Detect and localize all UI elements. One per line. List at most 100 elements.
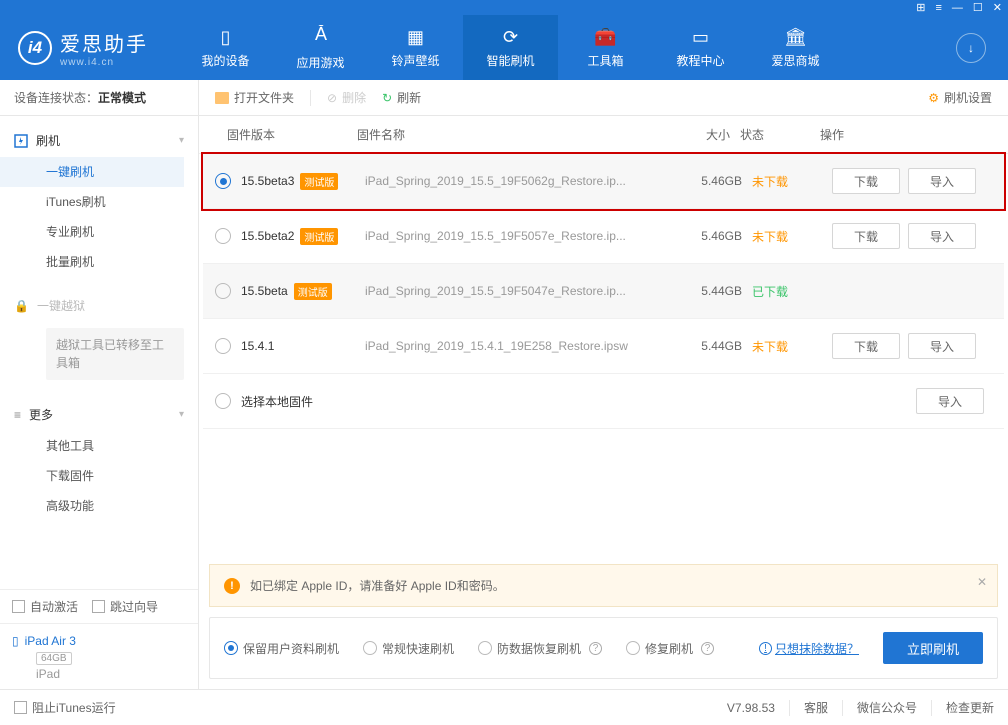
firmware-row[interactable]: 15.5beta测试版 iPad_Spring_2019_15.5_19F504… — [203, 264, 1004, 319]
sidebar-item-advanced[interactable]: 高级功能 — [0, 491, 184, 521]
row-radio[interactable] — [215, 173, 231, 189]
open-folder-button[interactable]: 打开文件夹 — [215, 89, 294, 106]
sidebar-item-oneclick-flash[interactable]: 一键刷机 — [0, 157, 184, 187]
app-domain: www.i4.cn — [60, 57, 148, 68]
nav-smart-flash[interactable]: ⟳ 智能刷机 — [463, 15, 558, 80]
check-update-link[interactable]: 检查更新 — [946, 699, 994, 716]
block-itunes-checkbox[interactable]: 阻止iTunes运行 — [14, 699, 116, 716]
chevron-down-icon: ▾ — [179, 409, 184, 420]
folder-icon — [215, 92, 229, 104]
refresh-icon: ⟳ — [503, 27, 518, 48]
gear-icon: ⚙ — [928, 91, 939, 105]
option-quick-flash[interactable]: 常规快速刷机 — [363, 640, 454, 657]
row-radio[interactable] — [215, 393, 231, 409]
menu-icon[interactable]: ≡ — [935, 2, 941, 14]
logo-icon: i4 — [18, 31, 52, 65]
device-name-row[interactable]: ▯ iPad Air 3 — [12, 634, 186, 648]
download-button[interactable]: 下载 — [832, 333, 900, 359]
download-button[interactable]: 下载 — [832, 223, 900, 249]
nav-toolbox[interactable]: 🧰 工具箱 — [558, 15, 653, 80]
svg-text:Ă: Ă — [314, 25, 326, 44]
delete-button[interactable]: ⊘ 删除 — [327, 89, 366, 106]
import-button[interactable]: 导入 — [916, 388, 984, 414]
help-icon[interactable]: ? — [701, 642, 714, 655]
skip-guide-checkbox[interactable]: 跳过向导 — [92, 598, 158, 615]
firmware-row[interactable]: 15.4.1 iPad_Spring_2019_15.4.1_19E258_Re… — [203, 319, 1004, 374]
firmware-version: 15.5beta — [241, 284, 288, 298]
sidebar-head-flash[interactable]: 刷机 ▾ — [0, 124, 198, 157]
jailbreak-note: 越狱工具已转移至工具箱 — [46, 328, 184, 380]
logo-area: i4 爱思助手 www.i4.cn — [18, 28, 148, 68]
status-bar: 阻止iTunes运行 V7.98.53 客服 微信公众号 检查更新 — [0, 689, 1008, 725]
download-button[interactable]: 下载 — [832, 168, 900, 194]
delete-icon: ⊘ — [327, 91, 337, 105]
firmware-filename: iPad_Spring_2019_15.5_19F5062g_Restore.i… — [365, 174, 672, 188]
help-icon[interactable]: ? — [589, 642, 602, 655]
flash-action-bar: 保留用户资料刷机 常规快速刷机 防数据恢复刷机? 修复刷机? !只想抹除数据？ … — [209, 617, 998, 679]
sidebar-item-other-tools[interactable]: 其他工具 — [0, 431, 184, 461]
refresh-button[interactable]: ↻ 刷新 — [382, 89, 421, 106]
sidebar-head-jailbreak[interactable]: 🔒 一键越狱 — [0, 289, 198, 322]
main-panel: 打开文件夹 ⊘ 删除 ↻ 刷新 ⚙ 刷机设置 固件版本 固件名称 大小 状态 — [199, 80, 1008, 689]
flash-settings-button[interactable]: ⚙ 刷机设置 — [928, 89, 992, 106]
nav-my-device[interactable]: ▯ 我的设备 — [178, 15, 273, 80]
option-keep-data[interactable]: 保留用户资料刷机 — [224, 640, 339, 657]
sidebar-item-batch-flash[interactable]: 批量刷机 — [0, 247, 184, 277]
device-icon: ▯ — [221, 27, 231, 48]
firmware-filename: iPad_Spring_2019_15.5_19F5057e_Restore.i… — [365, 229, 672, 243]
firmware-filename: iPad_Spring_2019_15.4.1_19E258_Restore.i… — [365, 339, 672, 353]
sidebar-item-download-firmware[interactable]: 下载固件 — [0, 461, 184, 491]
firmware-version: 15.5beta2 — [241, 229, 294, 243]
refresh-icon: ↻ — [382, 91, 392, 105]
import-button[interactable]: 导入 — [908, 333, 976, 359]
notice-bar: ! 如已绑定 Apple ID，请准备好 Apple ID和密码。 ✕ — [209, 564, 998, 607]
sidebar-item-pro-flash[interactable]: 专业刷机 — [0, 217, 184, 247]
nav-ringtones[interactable]: ▦ 铃声壁纸 — [368, 15, 463, 80]
top-nav: ▯ 我的设备 Ă 应用游戏 ▦ 铃声壁纸 ⟳ 智能刷机 🧰 工具箱 ▭ 教程中心… — [178, 15, 843, 80]
support-link[interactable]: 客服 — [804, 699, 828, 716]
firmware-status: 未下载 — [752, 230, 788, 244]
firmware-status: 已下载 — [752, 285, 788, 299]
firmware-version: 15.4.1 — [241, 339, 274, 353]
row-radio[interactable] — [215, 228, 231, 244]
firmware-size: 5.46GB — [672, 174, 752, 188]
option-anti-recovery[interactable]: 防数据恢复刷机? — [478, 640, 602, 657]
chevron-down-icon: ▾ — [179, 135, 184, 146]
maximize-icon[interactable]: ☐ — [973, 1, 983, 14]
more-icon: ≡ — [14, 408, 21, 422]
info-icon: ! — [224, 578, 240, 594]
firmware-row[interactable]: 15.5beta3测试版 iPad_Spring_2019_15.5_19F50… — [203, 154, 1004, 209]
music-icon: ▦ — [407, 27, 424, 48]
grid-icon[interactable]: ⊞ — [916, 1, 925, 14]
device-type: iPad — [36, 667, 186, 689]
store-icon: 🏛 — [784, 27, 807, 48]
logo-text: 爱思助手 www.i4.cn — [60, 28, 148, 68]
minimize-icon[interactable]: — — [952, 2, 963, 14]
nav-tutorials[interactable]: ▭ 教程中心 — [653, 15, 748, 80]
nav-store[interactable]: 🏛 爱思商城 — [748, 15, 843, 80]
notice-text: 如已绑定 Apple ID，请准备好 Apple ID和密码。 — [250, 577, 505, 594]
sidebar-item-itunes-flash[interactable]: iTunes刷机 — [0, 187, 184, 217]
firmware-row[interactable]: 15.5beta2测试版 iPad_Spring_2019_15.5_19F50… — [203, 209, 1004, 264]
import-button[interactable]: 导入 — [908, 223, 976, 249]
firmware-size: 5.46GB — [672, 229, 752, 243]
ipad-icon: ▯ — [12, 634, 19, 648]
close-icon[interactable]: ✕ — [993, 1, 1002, 14]
auto-activate-checkbox[interactable]: 自动激活 — [12, 598, 78, 615]
row-radio[interactable] — [215, 338, 231, 354]
import-button[interactable]: 导入 — [908, 168, 976, 194]
notice-close-button[interactable]: ✕ — [977, 575, 987, 589]
wechat-link[interactable]: 微信公众号 — [857, 699, 917, 716]
nav-apps-games[interactable]: Ă 应用游戏 — [273, 15, 368, 80]
option-repair-flash[interactable]: 修复刷机? — [626, 640, 714, 657]
firmware-row[interactable]: 选择本地固件 导入 — [203, 374, 1004, 429]
table-header: 固件版本 固件名称 大小 状态 操作 — [199, 116, 1008, 154]
toolbar: 打开文件夹 ⊘ 删除 ↻ 刷新 ⚙ 刷机设置 — [199, 80, 1008, 116]
connection-status: 设备连接状态：正常模式 — [0, 80, 198, 116]
toolbox-icon: 🧰 — [594, 27, 616, 48]
flash-now-button[interactable]: 立即刷机 — [883, 632, 983, 664]
row-radio[interactable] — [215, 283, 231, 299]
only-erase-link[interactable]: !只想抹除数据？ — [756, 640, 859, 657]
sidebar-head-more[interactable]: ≡ 更多 ▾ — [0, 398, 198, 431]
download-circle-button[interactable]: ↓ — [956, 33, 986, 63]
